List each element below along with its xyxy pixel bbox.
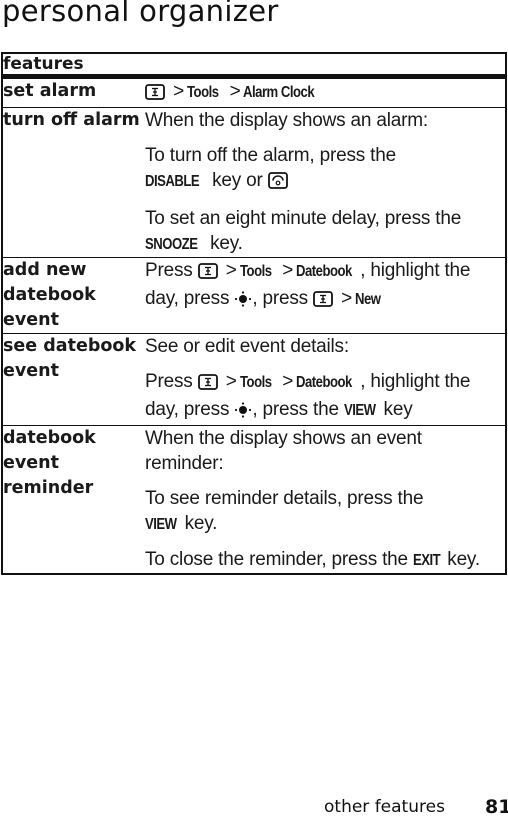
page-number: 81 [485,796,508,818]
menu-key-icon [145,82,165,107]
end-power-key-icon [267,171,288,196]
description-text: Press [145,260,193,281]
footer-section-name: other features [324,797,445,817]
menu-key-icon [197,372,218,397]
table-row: turn off alarm When the display shows an… [2,107,506,258]
table-header-row: features [2,52,506,79]
description-text: , press [252,288,308,309]
description-line: When the display shows an event reminder… [145,428,422,474]
feature-description: See or edit event details: Press > Tools … [145,333,506,426]
menu-item-alarm-clock: Alarm Clock [243,84,315,101]
table-row: see datebook event See or edit event det… [2,333,506,426]
feature-name: set alarm [2,76,145,108]
page-title: personal organizer [2,0,279,28]
feature-description: When the display shows an event reminder… [145,425,506,574]
path-separator: > [341,288,353,309]
path-separator: > [282,371,294,392]
table-row: add new datebook event Press > Tools > Dat… [2,257,506,334]
description-line: See or edit event details: [145,336,349,357]
description-text: key [383,399,413,420]
table-row: datebook event reminder When the display… [2,425,506,574]
description-text: Press [145,371,193,392]
key-label-snooze: SNOOZE [145,236,198,253]
key-label-exit: EXIT [413,552,441,569]
key-label-view: VIEW [145,516,177,533]
path-separator: > [229,81,241,102]
description-text: key or [212,170,263,191]
description-text: , press the [252,399,339,420]
menu-item-new: New [355,291,381,308]
path-separator: > [173,81,184,102]
description-text: To turn off the alarm, press the [145,145,396,166]
feature-name: see datebook event [2,333,145,426]
path-separator: > [282,260,294,281]
menu-key-icon [313,289,333,314]
feature-name: datebook event reminder [2,425,145,574]
key-label-view: VIEW [343,402,376,419]
path-separator: > [225,260,237,281]
menu-item-tools: Tools [239,374,272,391]
nav-key-icon [234,400,252,425]
key-label-disable: DISABLE [145,173,200,190]
feature-name: turn off alarm [2,107,145,258]
menu-item-tools: Tools [239,263,272,280]
column-header-features: features [2,52,506,79]
menu-item-datebook: Datebook [296,263,353,280]
features-table: features set alarm > Tools > Alarm Clock t… [1,52,507,575]
menu-item-tools: Tools [187,84,219,101]
feature-description: Press > Tools > Datebook, highlight the da… [145,257,506,334]
description-text: key. [210,233,243,254]
feature-description: When the display shows an alarm: To turn… [145,107,506,258]
description-line: When the display shows an alarm: [145,110,428,131]
description-text: To close the reminder, press the [145,549,408,570]
menu-key-icon [197,261,218,286]
description-text: To see reminder details, press the [145,488,424,509]
description-text: key. [447,549,480,570]
table-row: set alarm > Tools > Alarm Clock [2,76,506,108]
menu-item-datebook: Datebook [296,374,353,391]
description-text: key. [184,513,218,534]
description-text: To set an eight minute delay, press the [145,208,462,229]
nav-key-icon [234,289,252,314]
feature-name: add new datebook event [2,257,145,334]
feature-description: > Tools > Alarm Clock [145,76,506,108]
path-separator: > [225,371,237,392]
